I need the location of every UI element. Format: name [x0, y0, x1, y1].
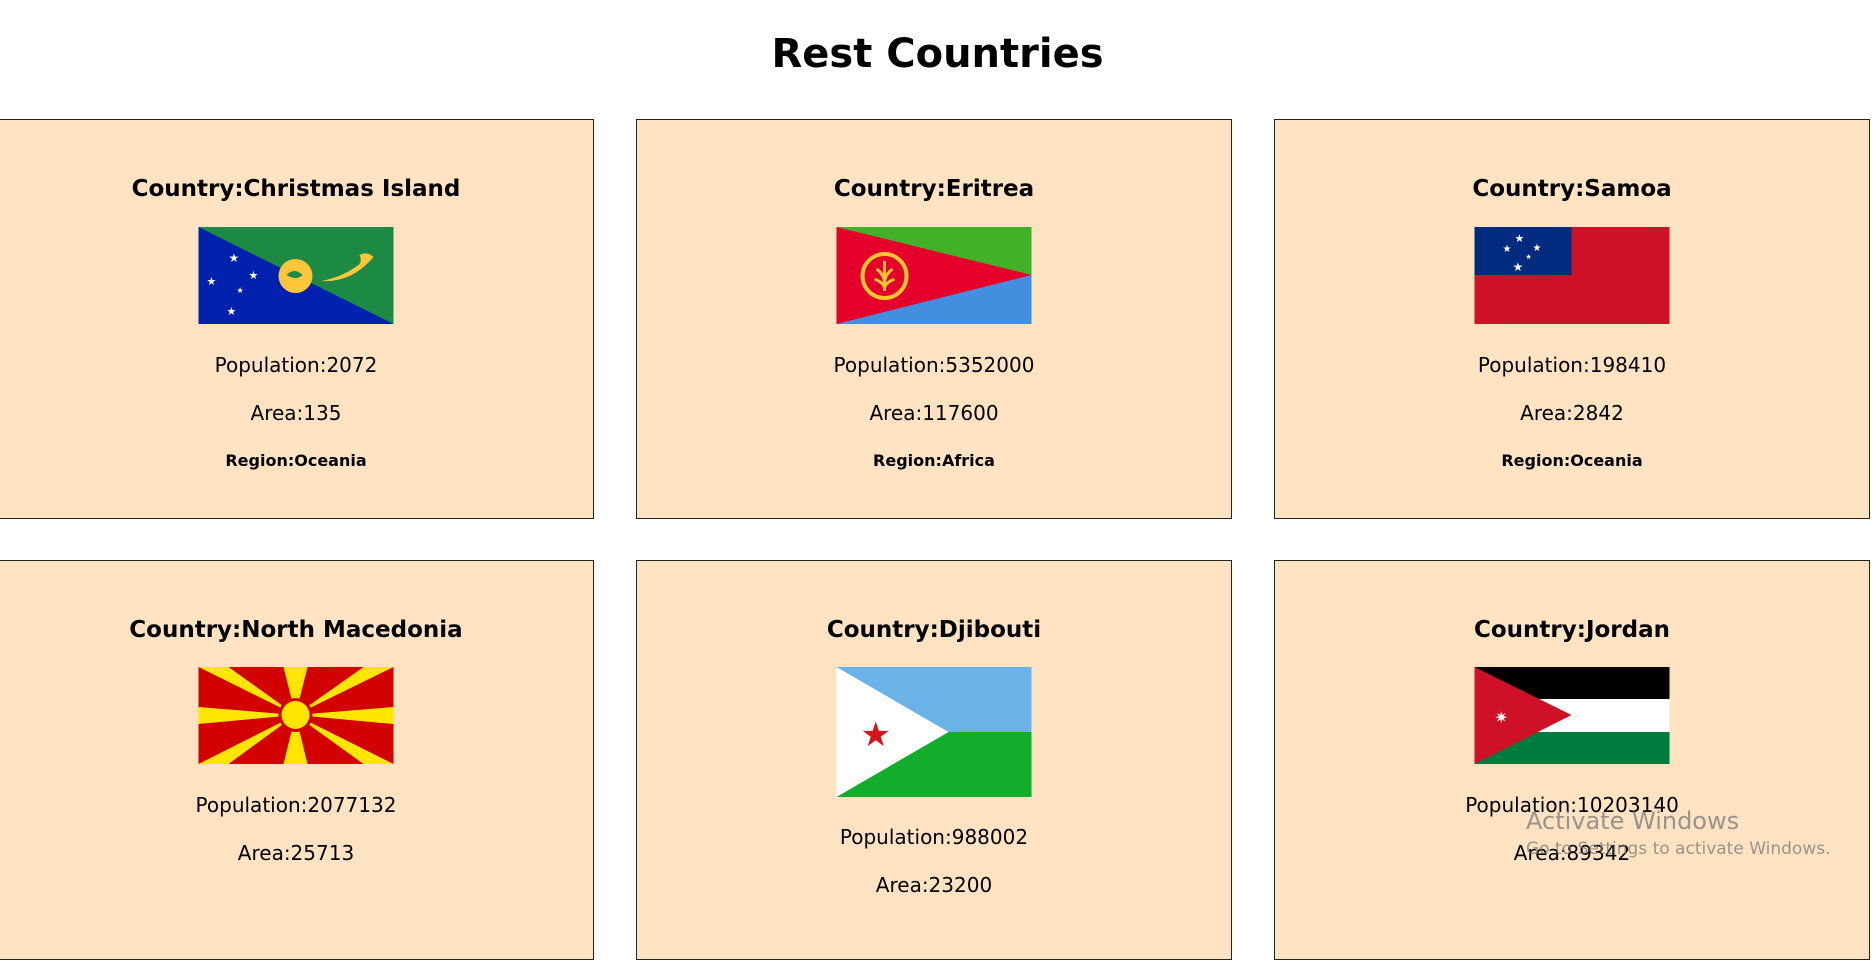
- country-name: Country:Christmas Island: [131, 176, 461, 202]
- page-title: Rest Countries: [771, 31, 1104, 77]
- samoa-flag-icon: ★ ★ ★ ★ ★: [1474, 227, 1670, 324]
- area-text: Area:89342: [1513, 841, 1631, 865]
- svg-text:★: ★: [1513, 260, 1524, 274]
- country-card: Country:Christmas Island ★ ★ ★ ★ ★ Popul…: [0, 119, 594, 519]
- country-name: Country:Jordan: [1473, 617, 1671, 643]
- svg-text:✷: ✷: [1495, 708, 1508, 727]
- svg-text:★: ★: [1515, 232, 1525, 245]
- area-text: Area:135: [250, 401, 342, 425]
- north-macedonia-flag-icon: [198, 667, 394, 764]
- area-text: Area:117600: [869, 401, 999, 425]
- country-card: Country:Jordan ✷ Population:10203140 Are…: [1274, 560, 1870, 960]
- svg-text:★: ★: [1503, 244, 1512, 255]
- svg-text:★: ★: [249, 269, 259, 282]
- population-text: Population:10203140: [1465, 793, 1679, 817]
- svg-text:★: ★: [1533, 243, 1542, 254]
- country-card: Country:Eritrea Population:5352000 Area:…: [636, 119, 1232, 519]
- country-card: Country:North Macedonia Population:20771…: [0, 560, 594, 960]
- population-text: Population:198410: [1477, 353, 1667, 377]
- region-text: Region:Oceania: [225, 451, 367, 470]
- jordan-flag-icon: ✷: [1474, 667, 1670, 764]
- population-text: Population:2077132: [195, 793, 397, 817]
- region-text: Region:Africa: [873, 451, 995, 470]
- population-text: Population:988002: [839, 825, 1029, 849]
- area-text: Area:23200: [875, 873, 993, 897]
- svg-text:★: ★: [207, 275, 217, 288]
- svg-text:★: ★: [1526, 253, 1532, 261]
- djibouti-flag-icon: ★: [836, 667, 1032, 797]
- population-text: Population:5352000: [833, 353, 1035, 377]
- country-card: Country:Djibouti ★ Population:988002 Are…: [636, 560, 1232, 960]
- area-text: Area:25713: [237, 841, 355, 865]
- country-name: Country:North Macedonia: [129, 617, 463, 643]
- svg-text:★: ★: [237, 286, 244, 295]
- svg-text:★: ★: [861, 715, 891, 755]
- eritrea-flag-icon: [836, 227, 1032, 324]
- christmas-island-flag-icon: ★ ★ ★ ★ ★: [198, 227, 394, 324]
- svg-text:★: ★: [227, 305, 237, 318]
- country-name: Country:Djibouti: [826, 617, 1042, 643]
- country-name: Country:Samoa: [1472, 176, 1672, 202]
- country-card: Country:Samoa ★ ★ ★ ★ ★ Population:19841…: [1274, 119, 1870, 519]
- area-text: Area:2842: [1520, 401, 1624, 425]
- country-name: Country:Eritrea: [833, 176, 1035, 202]
- population-text: Population:2072: [214, 353, 378, 377]
- svg-text:★: ★: [229, 251, 240, 265]
- region-text: Region:Oceania: [1501, 451, 1643, 470]
